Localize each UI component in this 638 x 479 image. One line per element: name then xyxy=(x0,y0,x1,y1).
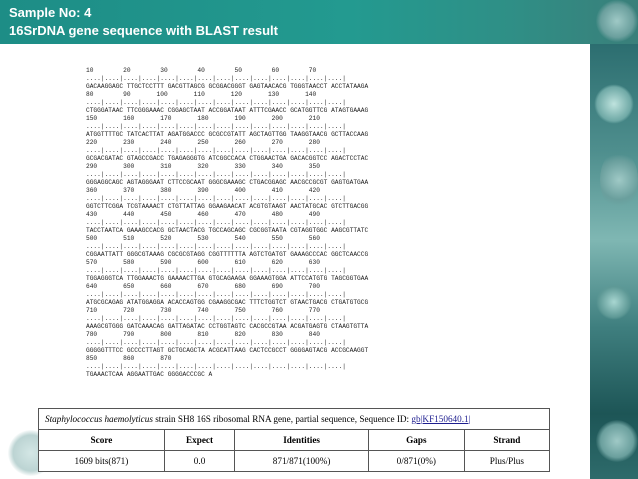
sequence-line: ....|....|....|....|....|....|....|....|… xyxy=(86,123,346,130)
species-name: Staphylococcus haemolyticus xyxy=(45,414,153,424)
sequence-line: GGTCTTCGGA TCGTAAAACT CTGTTATTAG GGAAGAA… xyxy=(86,203,369,210)
column-header: Expect xyxy=(163,429,236,451)
sequence-line: 430 440 450 460 470 480 490 xyxy=(86,211,320,218)
sequence-line: ....|....|....|....|....|....|....|....|… xyxy=(86,315,346,322)
sequence-line: AAAGCGTGGG GATCAAACAG GATTAGATAC CCTGGTA… xyxy=(86,323,369,330)
sequence-line: GGGAGGCAGC AGTAGGGAAT CTTCCGCAAT GGGCGAA… xyxy=(86,179,369,186)
sequence-line: CGGAATTATT GGGCGTAAAG CGCGCGTAGG CGGTTTT… xyxy=(86,251,369,258)
sequence-line: 570 580 590 600 610 620 630 xyxy=(86,259,320,266)
column-header: Strand xyxy=(463,429,551,451)
blast-caption: Staphylococcus haemolyticus strain SH8 1… xyxy=(38,408,550,430)
sequence-line: CTGGGATAAC TTCGGGAAAC CGGAGCTAAT ACCGGAT… xyxy=(86,107,369,114)
expect-cell: 0.0 xyxy=(163,450,236,472)
column-header: Gaps xyxy=(367,429,465,451)
identities-cell: 871/871(100%) xyxy=(234,450,369,472)
column-header: Score xyxy=(38,429,165,451)
sequence-line: ....|....|....|....|....|....|....|....|… xyxy=(86,339,346,346)
sequence-subtitle: 16SrDNA gene sequence with BLAST result xyxy=(9,23,278,38)
sequence-line: 150 160 170 180 190 200 210 xyxy=(86,115,320,122)
sequence-line: ....|....|....|....|....|....|....|....|… xyxy=(86,219,346,226)
sequence-line: ....|....|....|....|....|....|....|....|… xyxy=(86,291,346,298)
sequence-line: ....|....|....|....|....|....|....|....|… xyxy=(86,267,346,274)
bacteria-image xyxy=(590,44,638,479)
sequence-line: ....|....|....|....|....|....|....|....|… xyxy=(86,195,346,202)
hit-description: strain SH8 16S ribosomal RNA gene, parti… xyxy=(152,414,412,424)
sequence-line: 850 860 870 xyxy=(86,355,172,362)
sequence-line: TGGAGGGTCA TTGGAAACTG GAAAACTTGA GTGCAGA… xyxy=(86,275,369,282)
gaps-cell: 0/871(0%) xyxy=(367,450,465,472)
sequence-line: 640 650 660 670 680 690 700 xyxy=(86,283,320,290)
sequence-line: ....|....|....|....|....|....|....|....|… xyxy=(86,75,346,82)
sequence-line: ....|....|....|....|....|....|....|....|… xyxy=(86,99,346,106)
bacteria-decoration xyxy=(596,0,638,42)
sequence-line: 500 510 520 530 540 550 560 xyxy=(86,235,320,242)
column-header: Identities xyxy=(234,429,369,451)
sequence-line: 780 790 800 810 820 830 840 xyxy=(86,331,320,338)
sequence-line: 80 90 100 110 120 130 140 xyxy=(86,91,317,98)
sequence-line: ....|....|....|....|....|....|....|....|… xyxy=(86,171,346,178)
sequence-line: GGGGGTTTCC GCCCCTTAGT GCTGCAGCTA ACGCATT… xyxy=(86,347,369,354)
sequence-line: ATGCGCAGAG ATATGGAGGA ACACCAGTGG CGAAGGC… xyxy=(86,299,369,306)
sequence-line: ....|....|....|....|....|....|....|....|… xyxy=(86,243,346,250)
sequence-line: 360 370 380 390 400 410 420 xyxy=(86,187,320,194)
bacteria-decoration xyxy=(596,420,638,462)
sequence-line: ATGGTTTTGC TATCACTTAT AGATGGACCC GCGCCGT… xyxy=(86,131,369,138)
sequence-line: ....|....|....|....|....|....|....|....|… xyxy=(86,363,346,370)
score-cell: 1609 bits(871) xyxy=(38,450,165,472)
sample-title: Sample No: 4 xyxy=(9,5,92,20)
sequence-line: 290 300 310 320 330 340 350 xyxy=(86,163,320,170)
sequence-line: GACAAGGAGC TTGCTCCTTT GACGTTAGCG GCGGACG… xyxy=(86,83,369,90)
strand-cell: Plus/Plus xyxy=(463,450,551,472)
table-row: 1609 bits(871) 0.0 871/871(100%) 0/871(0… xyxy=(38,450,551,472)
sequence-line: ....|....|....|....|....|....|....|....|… xyxy=(86,147,346,154)
title-banner: Sample No: 4 16SrDNA gene sequence with … xyxy=(0,0,638,44)
dna-sequence-block: 10 20 30 40 50 60 70 ....|....|....|....|… xyxy=(86,67,586,409)
blast-caption-row: Staphylococcus haemolyticus strain SH8 1… xyxy=(38,408,550,430)
sequence-line: TGAAACTCAA AGGAATTGAC GGGGACCCGC A xyxy=(86,371,213,378)
sequence-line: 10 20 30 40 50 60 70 xyxy=(86,67,317,74)
blast-result-table: Staphylococcus haemolyticus strain SH8 1… xyxy=(38,408,551,472)
sequence-line: GCGACGATAC GTAGCCGACC TGAGAGGGTG ATCGGCC… xyxy=(86,155,369,162)
bacteria-decoration xyxy=(600,150,638,210)
table-header-row: Score Expect Identities Gaps Strand xyxy=(38,429,551,451)
sequence-line: TACCTAATCA GAAAGCCACG GCTAACTACG TGCCAGC… xyxy=(86,227,369,234)
sequence-line: 220 230 240 250 260 270 280 xyxy=(86,139,320,146)
sequence-id-link[interactable]: gb|KF150640.1| xyxy=(411,414,470,424)
sequence-line: 710 720 730 740 750 760 770 xyxy=(86,307,320,314)
